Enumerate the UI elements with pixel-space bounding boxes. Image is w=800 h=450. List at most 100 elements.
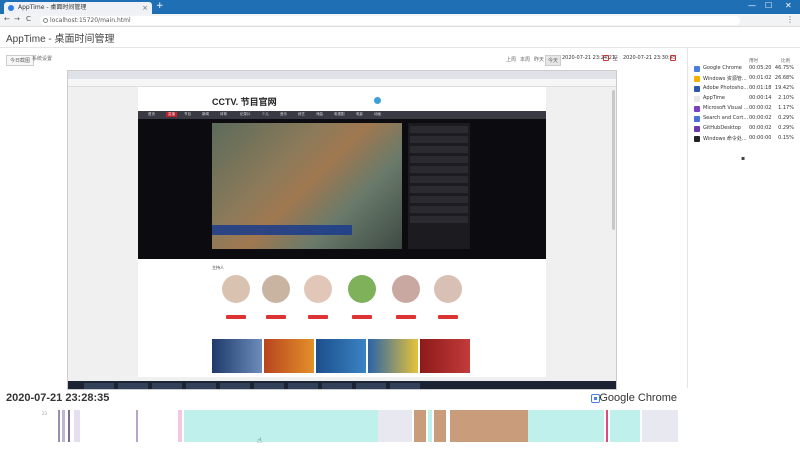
app-stats-row[interactable]: Microsoft Visual ... 00:00:02 1.17%: [694, 104, 798, 114]
preview-thumbnail: [368, 339, 418, 373]
app-icon: [694, 116, 700, 122]
address-bar-row: ← → C localhost:15720/main.html ⋮: [0, 14, 800, 27]
app-icon: [694, 106, 700, 112]
timeline-segment[interactable]: [178, 410, 182, 442]
preview-nav-item: 戏曲: [316, 112, 323, 116]
range-this-week-button[interactable]: 本周: [518, 55, 532, 64]
app-duration: 00:00:14: [749, 95, 772, 101]
timeline-segment[interactable]: [528, 410, 604, 442]
header-divider: [0, 47, 800, 48]
url-text: localhost:15720/main.html: [50, 17, 131, 24]
preview-nav-item: 体育: [220, 112, 227, 116]
page-title: AppTime - 桌面时间管理: [6, 34, 115, 45]
preview-scrollbar[interactable]: [612, 90, 615, 230]
preview-nav-item: 动画: [374, 112, 381, 116]
timeline-segment[interactable]: [378, 410, 412, 442]
hand-cursor-icon: ☝: [257, 436, 262, 445]
app-stats-row[interactable]: GitHubDesktop 00:00:02 0.29%: [694, 124, 798, 134]
preview-taskbar-item: [186, 383, 216, 389]
browser-tab-bar: AppTime - 桌面时间管理 × + — ☐ ✕: [0, 0, 800, 14]
activity-timeline[interactable]: [38, 410, 678, 442]
sidebar-divider: [687, 48, 688, 388]
preview-nav-item: 音乐: [280, 112, 287, 116]
current-timestamp: 2020-07-21 23:28:35: [6, 392, 110, 404]
app-percent: 0.29%: [778, 125, 794, 131]
today-screenshot-button[interactable]: 今日截图: [6, 55, 35, 66]
calendar-icon[interactable]: [603, 55, 609, 61]
timeline-segment[interactable]: [434, 410, 446, 442]
timeline-segment[interactable]: [136, 410, 138, 442]
timeline-segment[interactable]: [184, 410, 378, 442]
preview-taskbar-item: [118, 383, 148, 389]
app-stats-row[interactable]: Windows 资源管... 00:01:02 26.68%: [694, 74, 798, 84]
reload-icon[interactable]: C: [26, 15, 31, 23]
app-percent: 19.42%: [774, 85, 794, 91]
timeline-segment[interactable]: [58, 410, 60, 442]
timeline-segment[interactable]: [642, 410, 678, 442]
browser-tab[interactable]: AppTime - 桌面时间管理 ×: [4, 2, 152, 14]
app-stats-row[interactable]: Windows 命令处... 00:00:00 0.15%: [694, 134, 798, 144]
site-info-icon[interactable]: [43, 18, 48, 23]
preview-nav-item: 综艺: [298, 112, 305, 116]
settings-button[interactable]: 系统设置: [32, 55, 52, 62]
app-percent: 0.29%: [778, 115, 794, 121]
timeline-segment[interactable]: [428, 410, 432, 442]
site-logo: CCTV. 节目官网: [212, 97, 277, 107]
timeline-segment[interactable]: [606, 410, 608, 442]
app-icon: [694, 126, 700, 132]
date-to-input[interactable]: 2020-07-21 23:30:45: [623, 55, 676, 61]
url-field[interactable]: localhost:15720/main.html: [40, 16, 740, 25]
timeline-segment[interactable]: [74, 410, 80, 442]
preview-video-playlist: [408, 123, 470, 249]
preview-thumbnail: [212, 339, 262, 373]
preview-nav-item: 首页: [148, 112, 155, 116]
preview-host-avatar: [392, 275, 420, 303]
preview-section-hosts: 主持人: [212, 265, 224, 270]
preview-host-avatar: [348, 275, 376, 303]
app-icon: [694, 96, 700, 102]
new-tab-button[interactable]: +: [156, 1, 164, 11]
current-app-name: Google Chrome: [599, 392, 677, 404]
browser-menu-icon[interactable]: ⋮: [786, 15, 794, 24]
app-name: Windows 资源管...: [703, 76, 747, 82]
app-stats-row[interactable]: Search and Cort... 00:00:02 0.29%: [694, 114, 798, 124]
app-percent: 2.10%: [778, 95, 794, 101]
app-stats-row[interactable]: Adobe Photosho... 00:01:18 19.42%: [694, 84, 798, 94]
preview-page: CCTV. 节目官网 首页 直播 节目 新闻 体育 纪录片 少儿 音乐 综艺 戏…: [138, 87, 546, 377]
timeline-segment[interactable]: [62, 410, 65, 442]
preview-host-tag: [352, 315, 372, 319]
preview-nav-item: 纪录片: [240, 112, 251, 116]
timeline-segment[interactable]: [450, 410, 528, 442]
preview-search-icon: [374, 97, 381, 104]
preview-video-area: [138, 119, 546, 259]
app-duration: 00:05:20: [749, 65, 772, 71]
mouse-cursor-icon: ▪: [741, 155, 746, 162]
preview-taskbar-item: [220, 383, 250, 389]
preview-host-tag: [308, 315, 328, 319]
range-yesterday-button[interactable]: 昨天: [532, 55, 546, 64]
preview-address-bar: [68, 79, 616, 87]
timeline-segment[interactable]: [610, 410, 640, 442]
tab-close-icon[interactable]: ×: [142, 2, 148, 14]
window-minimize-button[interactable]: —: [748, 1, 756, 10]
timeline-segment[interactable]: [68, 410, 70, 442]
preview-host-avatar: [434, 275, 462, 303]
app-stats-row[interactable]: AppTime 00:00:14 2.10%: [694, 94, 798, 104]
app-name: Google Chrome: [703, 65, 742, 71]
app-name: Microsoft Visual ...: [703, 105, 749, 111]
window-close-button[interactable]: ✕: [785, 1, 792, 10]
range-last-week-button[interactable]: 上周: [504, 55, 518, 64]
app-icon: [694, 76, 700, 82]
range-today-button[interactable]: 今天: [545, 55, 562, 66]
timeline-segment[interactable]: [414, 410, 426, 442]
app-percent: 1.17%: [778, 105, 794, 111]
preview-host-tag: [226, 315, 246, 319]
calendar-icon[interactable]: [670, 55, 676, 61]
app-icon: [694, 136, 700, 142]
back-icon[interactable]: ←: [4, 15, 10, 23]
app-stats-row[interactable]: Google Chrome 00:05:20 46.75%: [694, 64, 798, 74]
screenshot-preview: CCTV. 节目官网 首页 直播 节目 新闻 体育 纪录片 少儿 音乐 综艺 戏…: [67, 70, 617, 390]
forward-icon[interactable]: →: [14, 15, 20, 23]
date-separator: 至: [613, 56, 619, 62]
window-maximize-button[interactable]: ☐: [765, 1, 772, 10]
